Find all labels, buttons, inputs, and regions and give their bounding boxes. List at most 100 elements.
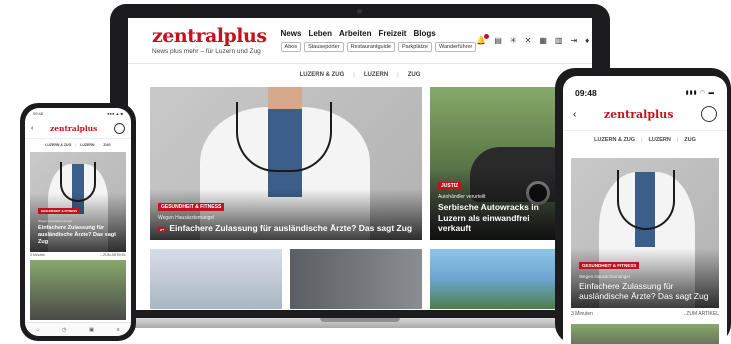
article-thumb-landscape[interactable] [430, 249, 560, 309]
subnav-abos[interactable]: Abos [280, 42, 302, 52]
category-label[interactable]: JUSTIZ [438, 182, 462, 191]
category-label[interactable]: GESUNDHEIT & FITNESS [579, 261, 640, 269]
region-tabs: LUZERN & ZUG | LUZERN | ZUG [563, 131, 727, 151]
nav-item-arbeiten[interactable]: Arbeiten [339, 29, 371, 38]
side-overlay: JUSTIZ Autohändler verurteilt Serbische … [430, 168, 560, 240]
nav-item-blogs[interactable]: Blogs [413, 29, 435, 38]
site-logo[interactable]: zentralplus [152, 26, 267, 46]
tab-luzern[interactable]: LUZERN [80, 143, 94, 147]
hero-overlay: GESUNDHEIT & FITNESS Wegen Hausärztemang… [571, 247, 719, 308]
profile-icon[interactable] [113, 123, 125, 134]
category-label[interactable]: GESUNDHEIT & FITNESS [38, 208, 81, 215]
archive-icon[interactable]: ▥ [555, 36, 563, 45]
subnav-restaurantguide[interactable]: Restaurantguide [346, 42, 395, 52]
region-tabs: LUZERN & ZUG | LUZERN | ZUG [25, 139, 131, 151]
article-headline[interactable]: z+ Einfachere Zulassung für ausländische … [158, 223, 414, 234]
event-icon[interactable]: ✳ [510, 36, 517, 45]
tab-separator: | [676, 137, 679, 143]
read-article-link[interactable]: →ZUM ARTIKEL [681, 311, 719, 317]
notification-icon[interactable]: 🔔 [476, 34, 490, 45]
tab-separator: | [641, 137, 643, 143]
stethoscope-image [236, 102, 332, 172]
hero-article-card[interactable]: GESUNDHEIT & FITNESS Wegen Hausärztemang… [150, 87, 422, 240]
phone-right-screen: 09:48 ▮▮▮ ◠ ▬ ‹ zentralplus LUZERN & ZUG… [563, 76, 727, 344]
article-headline[interactable]: Einfachere Zulassung für ausländische Är… [579, 281, 711, 302]
subnav-parkplaetze[interactable]: Parkplätze [397, 42, 432, 52]
phone-left-screen: 09:48 ●●● ▲ ■ ‹ zentralplus LUZERN & ZUG… [25, 108, 131, 336]
side-article-card[interactable]: JUSTIZ Autohändler verurteilt Serbische … [430, 87, 560, 240]
article-meta: 3 Minuten →ZUM ARTIKEL [571, 309, 719, 319]
read-time: 3 Minuten [571, 311, 593, 317]
bell-icon[interactable]: ♦ [585, 36, 589, 45]
newspaper-icon[interactable]: ▤ [494, 36, 502, 45]
tools-icon[interactable]: ✕ [525, 36, 532, 45]
back-icon[interactable]: ‹ [31, 125, 33, 132]
category-label[interactable]: GESUNDHEIT & FITNESS [158, 203, 225, 212]
app-header: ‹ zentralplus [25, 119, 131, 139]
headline-text: Einfachere Zulassung für ausländische Är… [169, 223, 413, 234]
article-thumb-next[interactable] [571, 324, 719, 344]
status-icons: ▮▮▮ ◠ ▬ [685, 90, 715, 96]
hero-overlay: GESUNDHEIT & FITNESS Wegen Hausärztemang… [30, 193, 126, 252]
site-logo[interactable]: zentralplus [604, 108, 674, 121]
profile-icon[interactable] [701, 106, 717, 122]
article-thumb-group[interactable] [150, 249, 282, 309]
article-kicker: Autohändler verurteilt [438, 194, 486, 201]
back-icon[interactable]: ‹ [573, 109, 576, 120]
menu-icon[interactable]: ≡ [117, 327, 120, 333]
header-icons: 🔔 ▤ ✳ ✕ ▦ ▥ ⇥ ♦ SB [476, 33, 592, 49]
article-kicker: Wegen Hausärztemangel [579, 273, 630, 279]
tab-zug[interactable]: ZUG [103, 143, 110, 147]
read-time: 3 Minuten [30, 253, 46, 257]
nav-item-leben[interactable]: Leben [308, 29, 332, 38]
tab-separator: | [397, 72, 399, 78]
hero-article-card[interactable]: GESUNDHEIT & FITNESS Wegen Hausärztemang… [571, 158, 719, 308]
article-headline[interactable]: Serbische Autowracks in Luzern als einwa… [438, 202, 552, 234]
status-time: 09:48 [33, 111, 44, 116]
article-thumb-building[interactable] [290, 249, 422, 309]
logo-block[interactable]: zentralplus News plus mehr – für Luzern … [152, 26, 267, 55]
read-article-link[interactable]: →ZUM ARTIKEL [100, 253, 126, 257]
tab-luzern-zug[interactable]: LUZERN & ZUG [45, 143, 71, 147]
article-meta: 3 Minuten →ZUM ARTIKEL [30, 251, 126, 259]
main-navigation: News Leben Arbeiten Freizeit Blogs Abos … [280, 29, 477, 52]
hero-article-card[interactable]: GESUNDHEIT & FITNESS Wegen Hausärztemang… [30, 152, 126, 252]
clock-icon[interactable]: ◷ [62, 327, 66, 333]
hero-overlay: GESUNDHEIT & FITNESS Wegen Hausärztemang… [150, 189, 422, 240]
article-headline[interactable]: Einfachere Zulassung für ausländische Är… [38, 225, 118, 246]
laptop-device: zentralplus News plus mehr – für Luzern … [110, 4, 610, 322]
stethoscope-image [617, 170, 675, 230]
status-bar: 09:48 ●●● ▲ ■ [25, 108, 131, 119]
phone-left-device: 09:48 ●●● ▲ ■ ‹ zentralplus LUZERN & ZUG… [20, 103, 136, 341]
bottom-tab-bar: ⌂ ◷ ▣ ≡ [25, 322, 131, 336]
laptop-screen: zentralplus News plus mehr – für Luzern … [128, 18, 592, 310]
camera-dot [357, 9, 362, 14]
site-logo[interactable]: zentralplus [50, 124, 97, 133]
calendar-icon[interactable]: ▦ [539, 36, 547, 45]
tab-luzern-zug[interactable]: LUZERN & ZUG [300, 72, 345, 78]
tab-luzern[interactable]: LUZERN [364, 72, 388, 78]
site-tagline: News plus mehr – für Luzern und Zug [152, 47, 261, 55]
tab-separator: | [75, 143, 77, 147]
status-time: 09:48 [575, 88, 597, 98]
home-icon[interactable]: ⌂ [36, 327, 39, 333]
plus-icon: z+ [158, 226, 167, 232]
subnav-stauseporter[interactable]: Stauseporter [304, 42, 344, 52]
nav-item-freizeit[interactable]: Freizeit [378, 29, 406, 38]
article-thumb-car[interactable] [30, 260, 126, 320]
article-kicker: Wegen Hausärztemangel [38, 219, 72, 224]
status-icons: ●●● ▲ ■ [107, 111, 123, 116]
newspaper-icon[interactable]: ▣ [89, 327, 94, 333]
tab-zug[interactable]: ZUG [408, 72, 421, 78]
subnav-wanderfuehrer[interactable]: Wanderführer [434, 42, 477, 52]
phone-right-device: 09:48 ▮▮▮ ◠ ▬ ‹ zentralplus LUZERN & ZUG… [555, 68, 731, 344]
region-tabs: LUZERN & ZUG | LUZERN | ZUG [128, 72, 592, 78]
login-icon[interactable]: ⇥ [570, 36, 577, 45]
tab-zug[interactable]: ZUG [684, 137, 696, 143]
tab-luzern-zug[interactable]: LUZERN & ZUG [594, 137, 635, 143]
tab-separator: | [353, 72, 355, 78]
nav-item-news[interactable]: News [281, 29, 302, 38]
tab-luzern[interactable]: LUZERN [649, 137, 671, 143]
site-header: zentralplus News plus mehr – für Luzern … [128, 18, 592, 64]
article-grid: GESUNDHEIT & FITNESS Wegen Hausärztemang… [128, 87, 592, 310]
